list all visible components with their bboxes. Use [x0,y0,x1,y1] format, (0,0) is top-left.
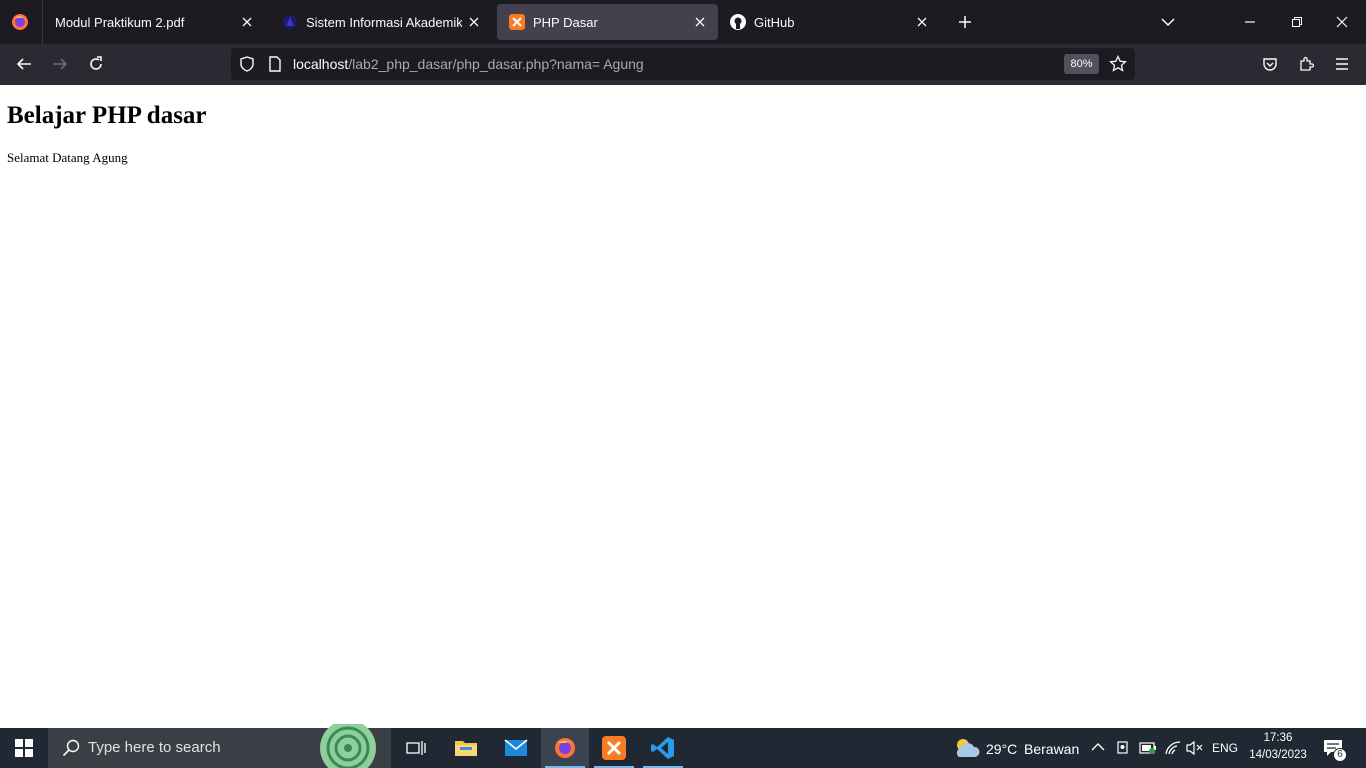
battery-icon[interactable] [1139,741,1157,755]
language-indicator[interactable]: ENG [1212,741,1238,755]
page-icon[interactable] [268,56,282,72]
notification-count-badge: 6 [1333,748,1347,762]
task-view-icon[interactable] [392,728,440,768]
volume-muted-icon[interactable] [1186,740,1204,756]
github-icon [730,14,746,30]
close-tab-icon[interactable] [910,10,934,34]
tab-strip: Modul Praktikum 2.pdf Sistem Informasi A… [0,0,1366,44]
page-content: Belajar PHP dasar Selamat Datang Agung [0,85,1366,728]
restore-icon[interactable] [1285,10,1309,34]
clock-time[interactable]: 17:36 [1244,732,1312,744]
new-tab-icon[interactable] [953,10,977,34]
tab-title: PHP Dasar [533,14,598,30]
forward-arrow-icon[interactable] [44,48,76,80]
url-bar[interactable]: localhost/lab2_php_dasar/php_dasar.php?n… [231,48,1135,80]
close-tab-icon[interactable] [235,10,259,34]
tab-title: Modul Praktikum 2.pdf [55,14,185,30]
tab-sistem-informasi[interactable]: Sistem Informasi Akademik [270,4,492,40]
taskbar-xampp-icon[interactable] [590,728,638,768]
wifi-icon[interactable] [1164,740,1182,756]
reload-icon[interactable] [80,48,112,80]
greeting-text: Selamat Datang Agung [7,150,128,165]
xampp-icon [509,14,525,30]
search-placeholder: Type here to search [88,739,221,756]
taskbar-search-box[interactable]: Type here to search [48,724,391,768]
extensions-icon[interactable] [1290,48,1322,80]
windows-taskbar: Type here to search 29°C Berawan ENG 17:… [0,724,1366,768]
minimize-icon[interactable] [1238,10,1262,34]
weather-description[interactable]: Berawan [1024,741,1079,757]
show-hidden-icons-chevron-icon[interactable] [1091,741,1105,753]
navigation-toolbar: localhost/lab2_php_dasar/php_dasar.php?n… [0,44,1366,85]
tab-modul-praktikum[interactable]: Modul Praktikum 2.pdf [43,4,265,40]
pocket-icon[interactable] [1254,48,1286,80]
vscode-icon[interactable] [639,728,687,768]
close-tab-icon[interactable] [688,10,712,34]
file-explorer-icon[interactable] [442,728,490,768]
zoom-level-button[interactable]: 80% [1064,54,1099,74]
url-text[interactable]: localhost/lab2_php_dasar/php_dasar.php?n… [293,48,644,80]
university-logo-icon [282,14,298,30]
url-path: /lab2_php_dasar/php_dasar.php?nama= Agun… [348,56,644,72]
firefox-menu-icon[interactable] [10,12,30,32]
close-tab-icon[interactable] [462,10,486,34]
weather-cloudy-icon[interactable] [953,737,981,759]
page-heading: Belajar PHP dasar [7,102,207,129]
weather-temperature[interactable]: 29°C [986,741,1017,757]
list-tabs-chevron-icon[interactable] [1156,10,1180,34]
url-host: localhost [293,56,349,72]
hamburger-menu-icon[interactable] [1326,48,1358,80]
tab-title: GitHub [754,14,795,30]
meet-now-icon[interactable] [1116,740,1130,756]
tab-title: Sistem Informasi Akademik [306,14,462,30]
taskbar-firefox-icon[interactable] [541,728,589,768]
tab-github[interactable]: GitHub [718,4,940,40]
search-highlight-icon[interactable] [319,724,377,768]
bookmark-star-icon[interactable] [1109,55,1127,73]
close-window-icon[interactable] [1330,10,1354,34]
back-arrow-icon[interactable] [8,48,40,80]
tab-php-dasar[interactable]: PHP Dasar [497,4,718,40]
shield-icon[interactable] [239,56,255,72]
clock-date[interactable]: 14/03/2023 [1244,749,1312,761]
windows-start-icon[interactable] [0,728,48,768]
mail-icon[interactable] [492,728,540,768]
search-icon [62,739,80,757]
